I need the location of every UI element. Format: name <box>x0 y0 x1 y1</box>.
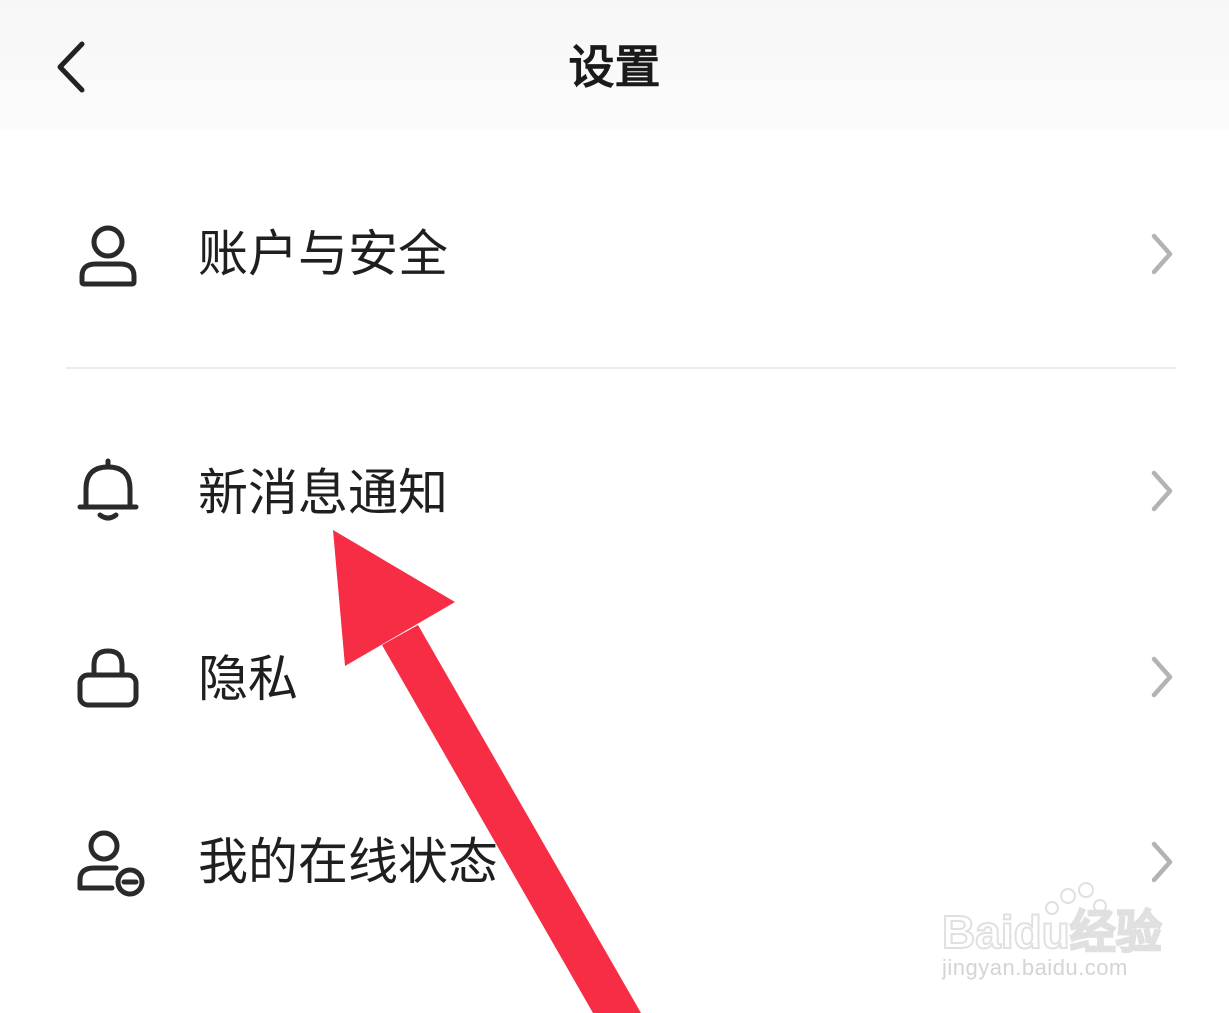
settings-item-account-security[interactable]: 账户与安全 <box>0 180 1229 330</box>
chevron-right-icon <box>1151 470 1173 512</box>
chevron-right-icon <box>1151 233 1173 275</box>
chevron-right-icon <box>1151 656 1173 698</box>
settings-screen: 设置 账户与安全 新消息通知 隐私 我的在线状态 Baidu经验 jingyan… <box>0 0 1229 1013</box>
settings-item-label: 我的在线状态 <box>198 833 498 891</box>
settings-item-label: 账户与安全 <box>198 225 448 283</box>
user-status-icon <box>77 830 145 897</box>
chevron-right-icon <box>1151 841 1173 883</box>
watermark-url: jingyan.baidu.com <box>942 955 1128 980</box>
settings-item-notifications[interactable]: 新消息通知 <box>0 417 1229 567</box>
settings-item-label: 隐私 <box>198 650 298 708</box>
settings-item-label: 新消息通知 <box>198 464 448 522</box>
watermark-brand: Baidu经验 <box>942 906 1162 958</box>
user-icon <box>79 225 137 287</box>
settings-item-privacy[interactable]: 隐私 <box>0 603 1229 753</box>
page-title: 设置 <box>568 40 661 94</box>
section-divider <box>66 367 1176 369</box>
header-bar: 设置 <box>0 0 1229 130</box>
bell-icon <box>77 458 139 521</box>
lock-icon <box>77 648 139 708</box>
